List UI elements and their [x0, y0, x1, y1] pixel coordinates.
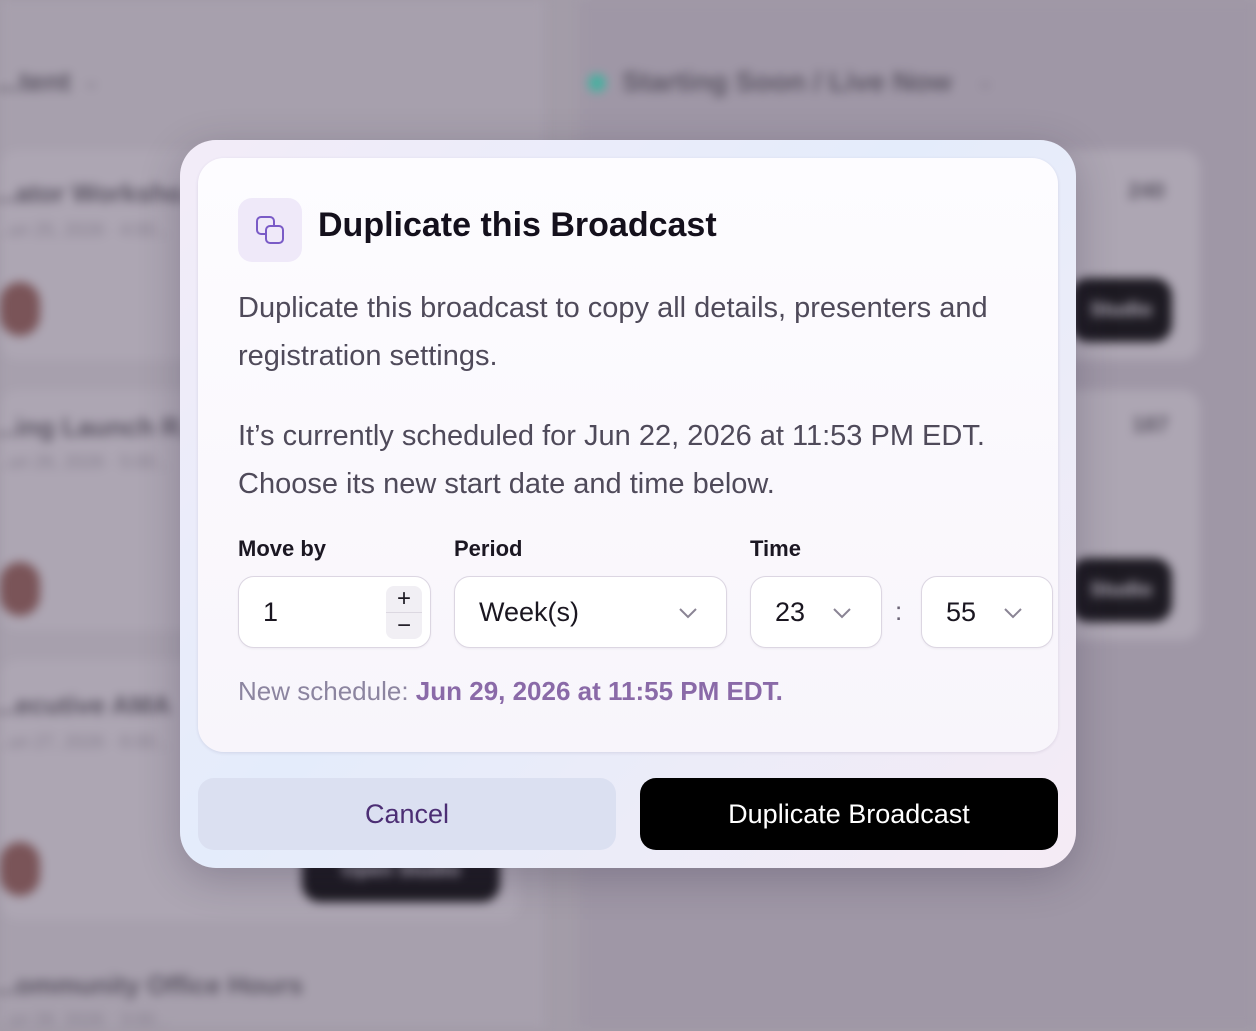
- chevron-down-icon: [679, 608, 697, 619]
- current-schedule-text: It’s currently scheduled for Jun 22, 202…: [238, 420, 985, 500]
- live-stat: 187: [1132, 412, 1169, 437]
- period-label: Period: [454, 536, 523, 561]
- chevron-down-icon: ⌄: [82, 68, 101, 93]
- dialog-description: Duplicate this broadcast to copy all det…: [238, 292, 988, 372]
- decrement-button[interactable]: −: [386, 612, 422, 639]
- hour-value: 23: [775, 597, 806, 627]
- left-column-header: ...tent: [0, 66, 71, 97]
- cancel-button[interactable]: Cancel: [198, 778, 616, 850]
- period-value: Week(s): [479, 597, 580, 627]
- duplicate-icon: [238, 198, 302, 262]
- event-date: ...un 26, 2026 · 5:00...: [0, 452, 171, 472]
- event-title: ...ator Worksho...: [0, 178, 205, 208]
- new-schedule-summary: New schedule: Jun 29, 2026 at 11:55 PM E…: [238, 676, 783, 707]
- chevron-down-icon: [1004, 608, 1022, 619]
- live-status-dot: [588, 74, 606, 92]
- studio-button: Studio: [1070, 278, 1172, 342]
- right-column-header: Starting Soon / Live Now: [622, 66, 952, 97]
- event-title: ...ing Launch R...: [0, 412, 202, 442]
- chevron-down-icon: [833, 608, 851, 619]
- duplicate-broadcast-button[interactable]: Duplicate Broadcast: [640, 778, 1058, 850]
- move-by-value[interactable]: 1: [263, 597, 278, 628]
- event-title: ...ecutive AMA: [0, 690, 171, 720]
- period-select[interactable]: Week(s): [454, 576, 727, 648]
- avatar: [0, 842, 40, 896]
- live-stat: 240: [1128, 178, 1165, 203]
- hour-select[interactable]: 23: [750, 576, 882, 648]
- move-by-stepper[interactable]: 1 + −: [238, 576, 431, 648]
- new-schedule-value: Jun 29, 2026 at 11:55 PM EDT.: [415, 676, 783, 706]
- new-schedule-prefix: New schedule:: [238, 676, 409, 706]
- minute-select[interactable]: 55: [921, 576, 1053, 648]
- move-by-label: Move by: [238, 536, 327, 561]
- event-date: ...un 27, 2026 · 6:00...: [0, 732, 171, 752]
- event-date: ...un 25, 2026 · 4:00...: [0, 220, 171, 240]
- dialog-title: Duplicate this Broadcast: [318, 206, 717, 244]
- increment-button[interactable]: +: [386, 586, 422, 612]
- time-separator: :: [895, 596, 903, 626]
- duplicate-broadcast-dialog: Duplicate this Broadcast Duplicate this …: [180, 140, 1076, 868]
- avatar: [0, 562, 40, 616]
- stepper-controls: + −: [386, 586, 422, 639]
- dialog-body: Duplicate this Broadcast Duplicate this …: [198, 158, 1058, 752]
- avatar: [0, 282, 40, 336]
- chevron-down-icon: ⌄: [976, 68, 995, 93]
- minute-value: 55: [946, 597, 977, 627]
- studio-button: Studio: [1070, 558, 1172, 622]
- event-title: ...ommunity Office Hours: [0, 970, 304, 1000]
- time-label: Time: [750, 536, 801, 561]
